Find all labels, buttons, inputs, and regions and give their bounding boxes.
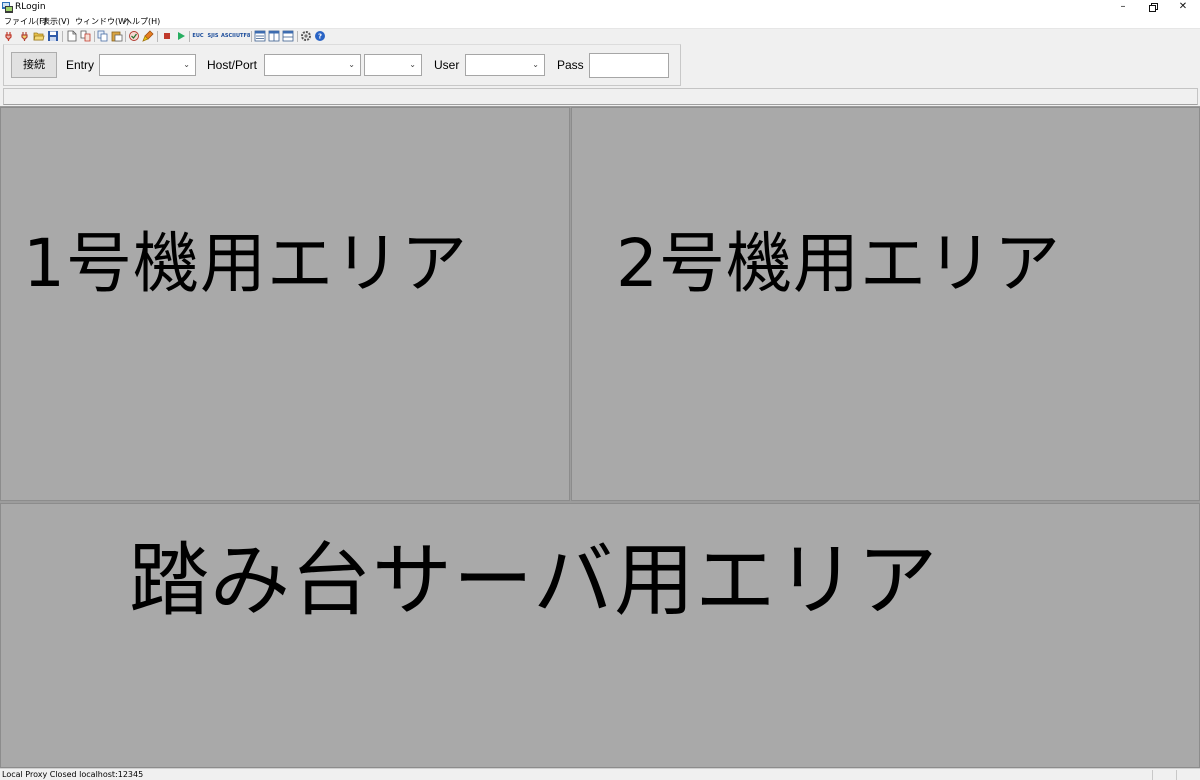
new-document-icon[interactable] (66, 30, 78, 42)
check-icon[interactable] (128, 30, 140, 42)
restore-icon (1148, 3, 1158, 12)
toolbar-separator (157, 31, 158, 42)
toolbar-separator (125, 31, 126, 42)
terminal-pane-2[interactable]: 2号機用エリア (571, 107, 1200, 501)
minimize-button[interactable]: – (1108, 0, 1138, 15)
connection-bar: 接続 Entry ⌄ Host/Port ⌄ ⌄ User ⌄ Pass (3, 44, 681, 86)
pane-1-label: 1号機用エリア (23, 225, 468, 302)
stop-icon[interactable] (161, 30, 173, 42)
paste-icon[interactable] (111, 30, 123, 42)
menu-window[interactable]: ウィンドウ(W) (75, 16, 129, 27)
disconnect-plug-icon[interactable] (4, 30, 16, 42)
toolbar-separator (251, 31, 252, 42)
copy-document-icon[interactable] (80, 30, 92, 42)
menu-view[interactable]: 表示(V) (42, 16, 70, 27)
connect-button[interactable]: 接続 (11, 52, 57, 78)
open-folder-icon[interactable] (33, 30, 45, 42)
pane-area: 1号機用エリア 2号機用エリア 踏み台サーバ用エリア (0, 106, 1200, 768)
toolbar-separator (94, 31, 95, 42)
toolbar: EUC SJIS ASCII UTF8 ? (0, 29, 1200, 44)
clear-brush-icon[interactable] (142, 30, 154, 42)
toolbar-separator (189, 31, 190, 42)
tab-strip[interactable] (3, 88, 1198, 105)
svg-text:?: ? (318, 33, 322, 41)
status-cell (1176, 770, 1199, 780)
chevron-down-icon: ⌄ (183, 60, 190, 69)
close-icon: ✕ (1178, 1, 1188, 12)
app-icon (2, 2, 13, 13)
status-cell (1152, 770, 1175, 780)
close-button[interactable]: ✕ (1168, 0, 1198, 15)
pane-3-label: 踏み台サーバ用エリア (129, 534, 939, 627)
terminal-pane-3[interactable]: 踏み台サーバ用エリア (0, 503, 1200, 768)
port-combo[interactable]: ⌄ (364, 54, 422, 76)
menu-help[interactable]: ヘルプ(H) (124, 16, 160, 27)
terminal-pane-1[interactable]: 1号機用エリア (0, 107, 570, 501)
menu-file[interactable]: ファイル(F) (4, 16, 47, 27)
play-icon[interactable] (175, 30, 187, 42)
settings-gear-icon[interactable] (300, 30, 312, 42)
pane-2-label: 2号機用エリア (616, 225, 1061, 302)
rlogin-window: RLogin – ✕ ファイル(F) 表示(V) ウィンドウ(W) ヘルプ(H) (0, 0, 1200, 780)
minimize-icon: – (1120, 1, 1126, 12)
encoding-ascii-button[interactable]: ASCII (221, 30, 236, 42)
encoding-utf8-button[interactable]: UTF8 (236, 30, 250, 42)
toolbar-separator (62, 31, 63, 42)
user-combo[interactable]: ⌄ (465, 54, 545, 76)
restore-button[interactable] (1138, 0, 1168, 15)
layout-window-icon[interactable] (254, 30, 266, 42)
menu-bar: ファイル(F) 表示(V) ウィンドウ(W) ヘルプ(H) (0, 15, 1200, 29)
tile-window-icon[interactable] (282, 30, 294, 42)
password-field[interactable] (589, 53, 669, 78)
status-text: Local Proxy Closed localhost:12345 (2, 770, 144, 779)
copy-icon[interactable] (97, 30, 109, 42)
split-window-icon[interactable] (268, 30, 280, 42)
chevron-down-icon: ⌄ (532, 60, 539, 69)
chevron-down-icon: ⌄ (409, 60, 416, 69)
toolbar-separator (297, 31, 298, 42)
save-icon[interactable] (47, 30, 59, 42)
help-icon[interactable]: ? (314, 30, 326, 42)
entry-label: Entry (66, 58, 95, 72)
entry-combo[interactable]: ⌄ (99, 54, 196, 76)
encoding-sjis-button[interactable]: SJIS (206, 30, 220, 42)
connect-plug-icon[interactable] (19, 30, 31, 42)
user-label: User (434, 58, 460, 72)
encoding-euc-button[interactable]: EUC (191, 30, 205, 42)
pass-label: Pass (557, 58, 584, 72)
status-bar: Local Proxy Closed localhost:12345 (0, 768, 1200, 780)
window-title: RLogin (15, 2, 46, 12)
host-combo[interactable]: ⌄ (264, 54, 361, 76)
chevron-down-icon: ⌄ (348, 60, 355, 69)
title-bar: RLogin – ✕ (0, 0, 1200, 15)
host-port-label: Host/Port (207, 58, 258, 72)
